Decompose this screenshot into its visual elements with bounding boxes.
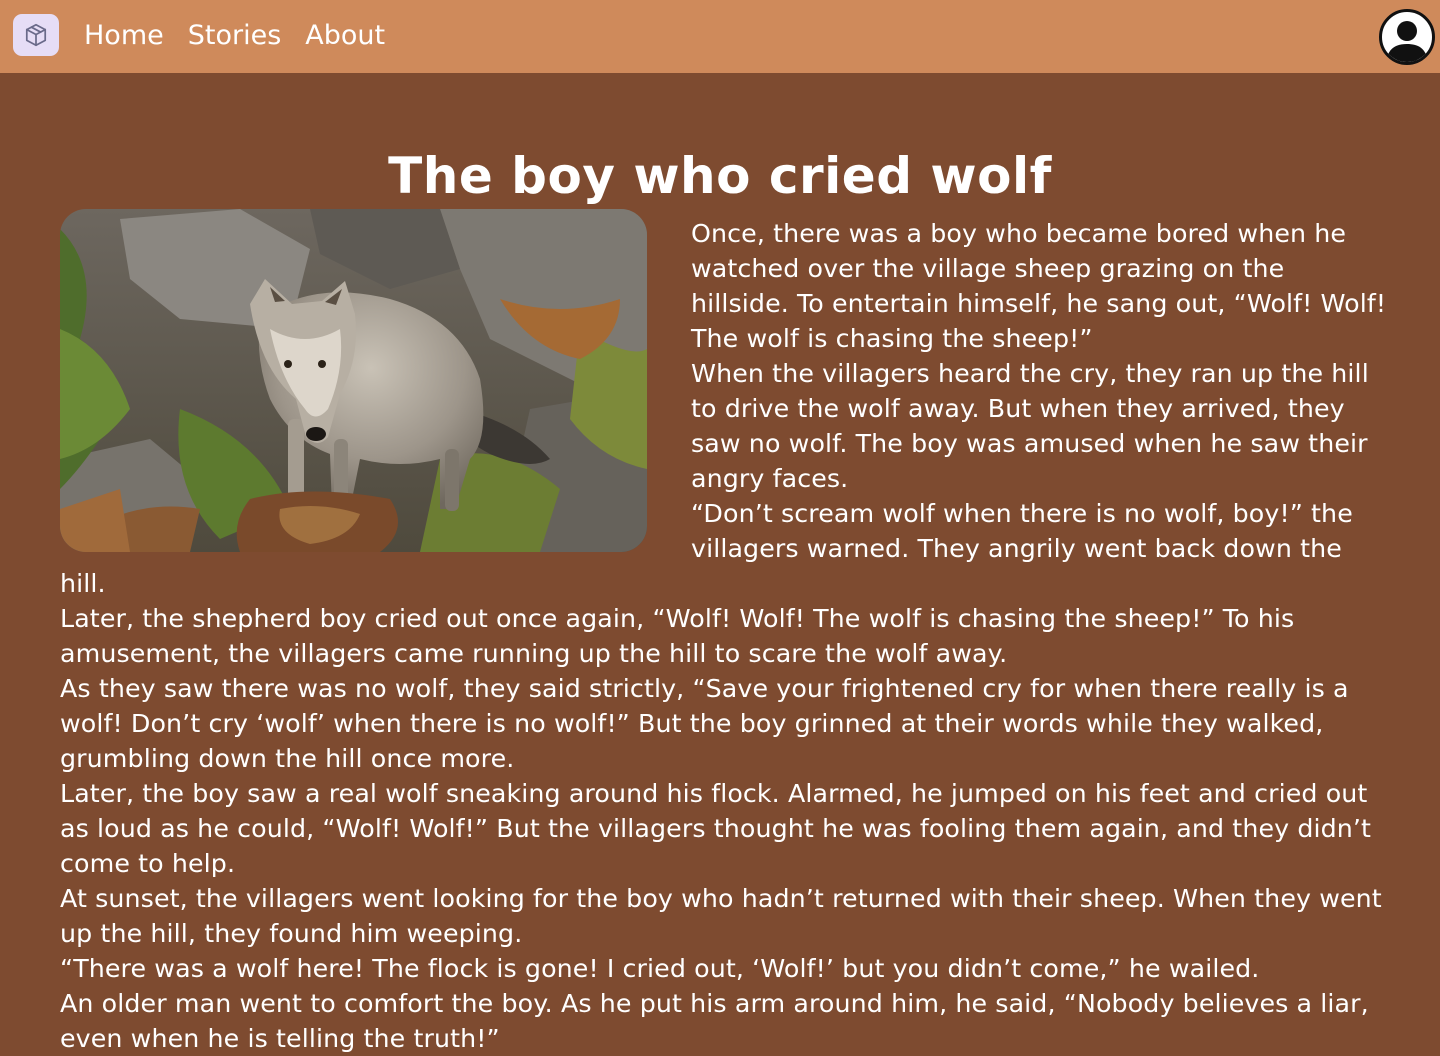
story-paragraph: Later, the shepherd boy cried out once a… bbox=[60, 604, 1295, 668]
nav-home-link[interactable]: Home bbox=[84, 18, 164, 54]
main-nav: Home Stories About bbox=[84, 18, 385, 54]
story-paragraph: “There was a wolf here! The flock is gon… bbox=[60, 954, 1260, 983]
logo-button[interactable] bbox=[13, 14, 59, 56]
top-navigation-bar: Home Stories About bbox=[0, 0, 1440, 73]
story-image-wolf bbox=[60, 209, 647, 552]
profile-avatar-button[interactable] bbox=[1379, 9, 1435, 65]
wolf-illustration bbox=[60, 209, 647, 552]
story-paragraph: As they saw there was no wolf, they said… bbox=[60, 674, 1349, 773]
box-icon bbox=[25, 23, 47, 47]
story-paragraph: At sunset, the villagers went looking fo… bbox=[60, 884, 1382, 948]
nav-about-link[interactable]: About bbox=[305, 18, 385, 54]
story-paragraph: An older man went to comfort the boy. As… bbox=[60, 989, 1369, 1053]
story-paragraph: Later, the boy saw a real wolf sneaking … bbox=[60, 779, 1372, 878]
story-content: Once, there was a boy who became bored w… bbox=[60, 209, 1388, 1056]
nav-stories-link[interactable]: Stories bbox=[188, 18, 282, 54]
story-title: The boy who cried wolf bbox=[388, 146, 1052, 205]
user-icon bbox=[1386, 21, 1428, 62]
